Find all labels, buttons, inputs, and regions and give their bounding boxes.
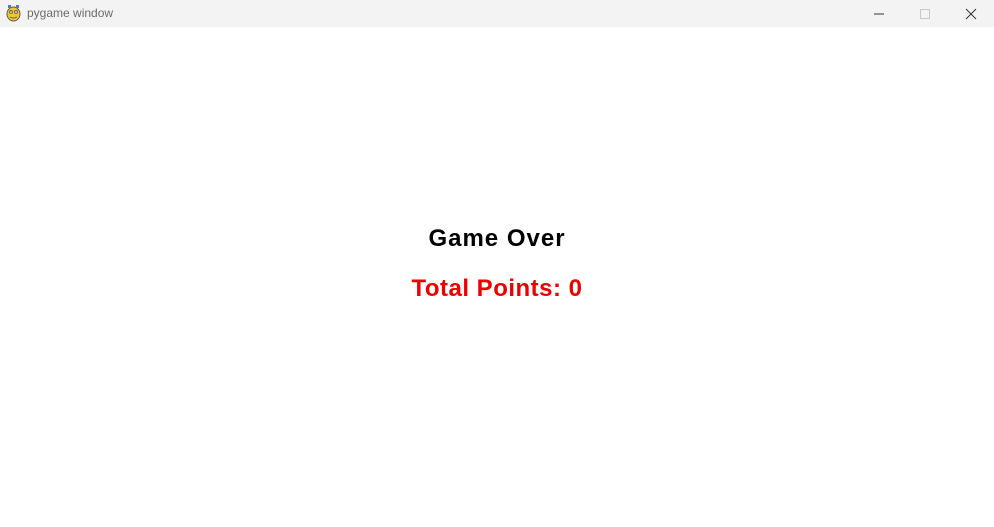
game-canvas[interactable]: Game Over Total Points: 0 bbox=[0, 27, 994, 527]
window-controls bbox=[856, 0, 994, 27]
pygame-snake-icon bbox=[5, 4, 22, 22]
pygame-window: pygame window Game Over Total Points: 0 bbox=[0, 0, 994, 527]
game-over-text: Game Over bbox=[428, 225, 566, 252]
minimize-button[interactable] bbox=[856, 0, 902, 27]
maximize-button[interactable] bbox=[902, 0, 948, 27]
close-button[interactable] bbox=[948, 0, 994, 27]
total-points-text: Total Points: 0 bbox=[411, 275, 583, 302]
window-title: pygame window bbox=[27, 6, 114, 20]
title-bar[interactable]: pygame window bbox=[0, 0, 994, 27]
close-icon bbox=[965, 8, 977, 19]
minimize-icon bbox=[874, 13, 884, 14]
maximize-icon bbox=[920, 8, 930, 19]
